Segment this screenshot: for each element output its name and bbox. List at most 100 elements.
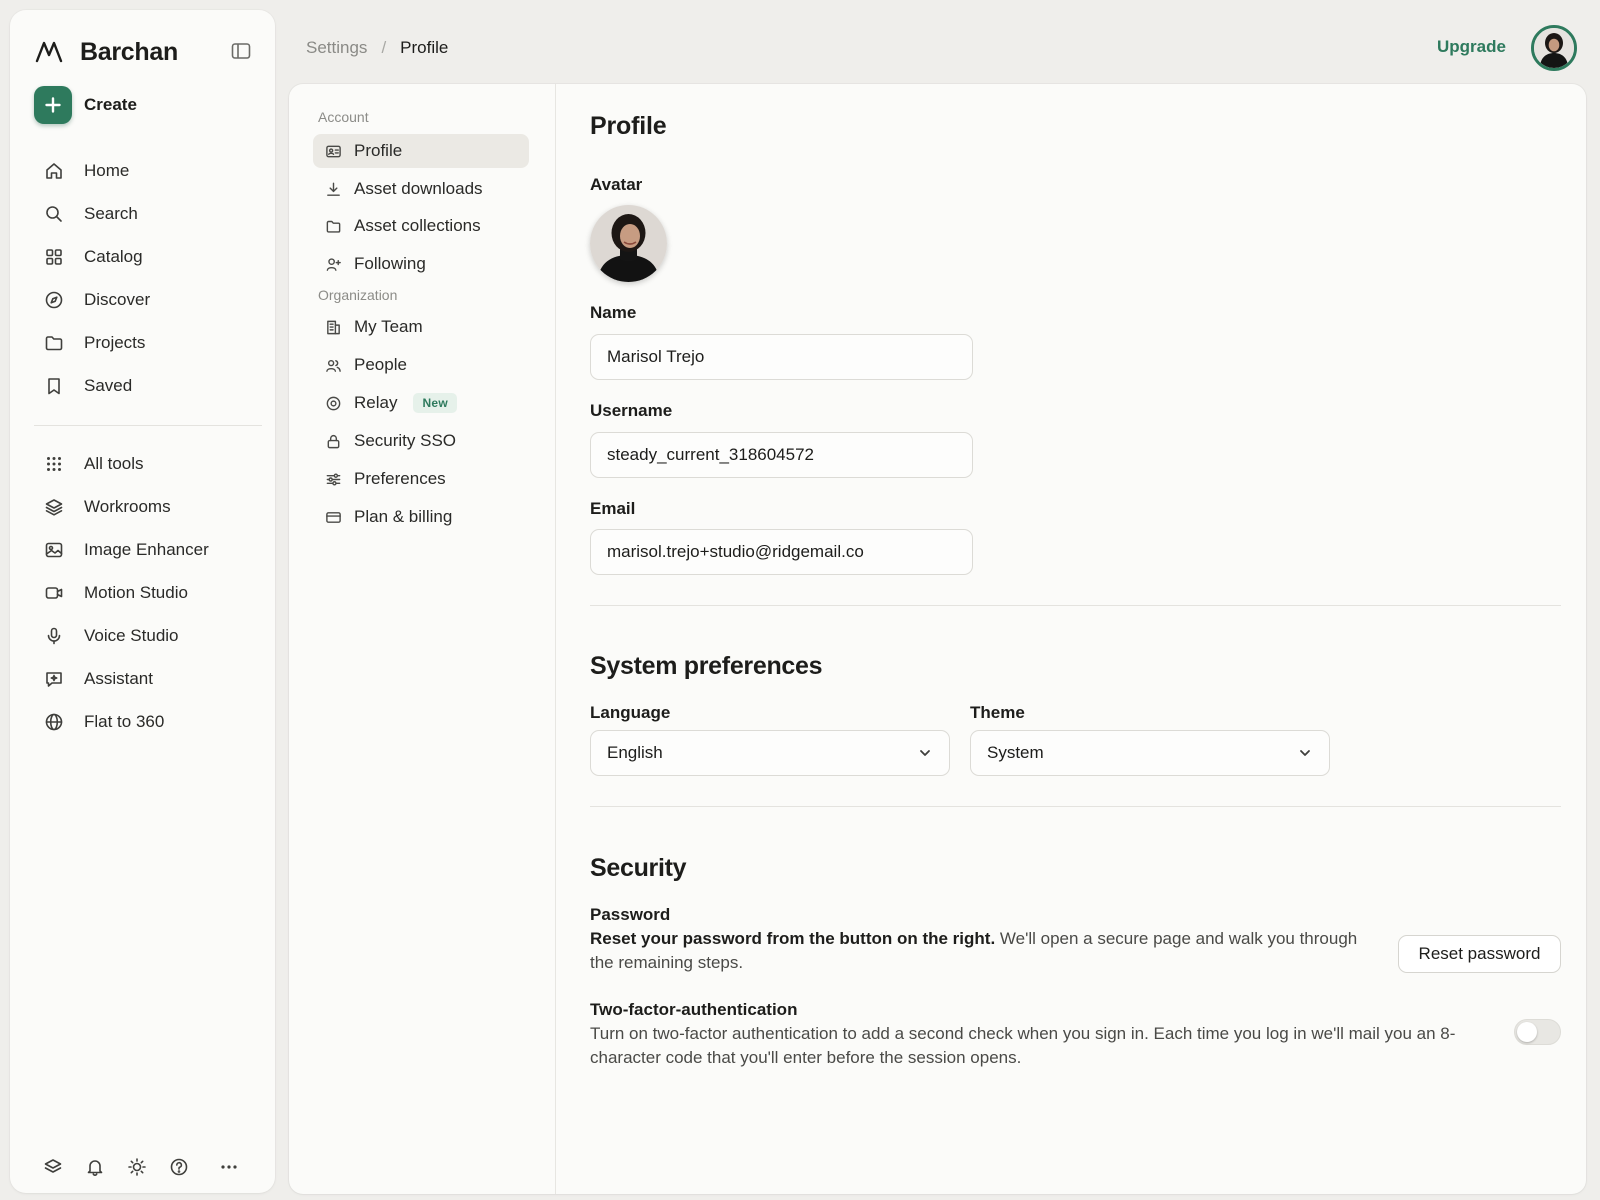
- system-preferences-title: System preferences: [590, 652, 823, 680]
- page-title: Profile: [590, 112, 667, 140]
- microphone-icon: [44, 626, 64, 646]
- breadcrumb-current: Profile: [400, 38, 449, 57]
- name-label: Name: [590, 303, 637, 322]
- nav-item-workrooms[interactable]: Workrooms: [34, 485, 254, 528]
- settings-item-label: Profile: [354, 141, 403, 160]
- app-sidebar: Barchan Create Home Search Catalog Disco…: [10, 10, 275, 1193]
- settings-item-label: Relay: [354, 393, 398, 412]
- nav-label: Flat to 360: [84, 711, 165, 731]
- username-input[interactable]: [590, 432, 973, 478]
- globe-icon: [44, 712, 64, 732]
- upgrade-link[interactable]: Upgrade: [1437, 37, 1506, 57]
- nav-label: Voice Studio: [84, 625, 179, 645]
- theme-select[interactable]: System: [970, 730, 1330, 776]
- settings-item-preferences[interactable]: Preferences: [313, 462, 529, 496]
- settings-panel: Account Profile Asset downloads Asset co…: [289, 84, 1586, 1194]
- settings-item-plan-billing[interactable]: Plan & billing: [313, 500, 529, 534]
- nav-item-assistant[interactable]: Assistant: [34, 657, 254, 700]
- nav-item-all-tools[interactable]: All tools: [34, 442, 254, 485]
- sun-icon[interactable]: [126, 1156, 148, 1178]
- settings-item-label: My Team: [354, 317, 423, 336]
- nav-item-projects[interactable]: Projects: [34, 321, 254, 364]
- language-label: Language: [590, 703, 671, 722]
- more-icon[interactable]: [218, 1156, 240, 1178]
- settings-item-relay[interactable]: Relay New: [313, 386, 529, 420]
- nav-item-image-enhancer[interactable]: Image Enhancer: [34, 528, 254, 571]
- email-input[interactable]: [590, 529, 973, 575]
- settings-group-account: Account: [318, 109, 369, 125]
- avatar-label: Avatar: [590, 175, 643, 194]
- primary-nav: Home Search Catalog Discover Projects Sa…: [34, 149, 254, 407]
- two-factor-toggle[interactable]: [1514, 1019, 1561, 1045]
- profile-avatar[interactable]: [590, 205, 667, 282]
- nav-label: Image Enhancer: [84, 539, 209, 559]
- language-select[interactable]: English: [590, 730, 950, 776]
- create-action[interactable]: Create: [34, 86, 137, 124]
- settings-item-label: Following: [354, 254, 426, 273]
- settings-item-security-sso[interactable]: Security SSO: [313, 424, 529, 458]
- chevron-down-icon: [1300, 750, 1310, 756]
- nav-label: Catalog: [84, 246, 143, 266]
- help-icon[interactable]: [168, 1156, 190, 1178]
- nav-label: Home: [84, 160, 130, 180]
- password-label: Password: [590, 905, 671, 924]
- breadcrumb-settings-link[interactable]: Settings: [306, 38, 367, 58]
- nav-item-flat-to-360[interactable]: Flat to 360: [34, 700, 254, 743]
- nav-label: Assistant: [84, 668, 153, 688]
- breadcrumb-separator: /: [381, 38, 387, 57]
- nav-item-motion-studio[interactable]: Motion Studio: [34, 571, 254, 614]
- settings-item-label: Preferences: [354, 469, 446, 488]
- brand-logo-icon: [34, 37, 64, 67]
- chat-sparkle-icon: [44, 669, 64, 689]
- user-plus-icon: [324, 255, 342, 273]
- new-badge: New: [413, 393, 458, 413]
- create-label: Create: [84, 95, 137, 114]
- nav-label: Workrooms: [84, 496, 171, 516]
- nav-item-home[interactable]: Home: [34, 149, 254, 192]
- nav-item-voice-studio[interactable]: Voice Studio: [34, 614, 254, 657]
- settings-item-asset-downloads[interactable]: Asset downloads: [313, 172, 529, 206]
- grid-icon: [44, 247, 64, 267]
- settings-item-label: Security SSO: [354, 431, 457, 450]
- settings-item-following[interactable]: Following: [313, 247, 529, 281]
- nav-item-saved[interactable]: Saved: [34, 364, 254, 407]
- brand[interactable]: Barchan: [34, 34, 178, 70]
- video-icon: [44, 583, 64, 603]
- nav-label: Saved: [84, 375, 133, 395]
- name-input[interactable]: [590, 334, 973, 380]
- building-icon: [324, 318, 342, 336]
- brand-name: Barchan: [80, 37, 178, 66]
- target-icon: [324, 394, 342, 412]
- theme-label: Theme: [970, 703, 1025, 722]
- sidebar-toggle-icon[interactable]: [228, 38, 254, 64]
- settings-item-label: People: [354, 355, 407, 374]
- home-icon: [44, 161, 64, 181]
- create-button[interactable]: [34, 86, 72, 124]
- settings-item-label: Plan & billing: [354, 507, 453, 526]
- settings-item-asset-collections[interactable]: Asset collections: [313, 209, 529, 243]
- bell-icon[interactable]: [84, 1156, 106, 1178]
- nav-item-discover[interactable]: Discover: [34, 278, 254, 321]
- settings-item-people[interactable]: People: [313, 348, 529, 382]
- settings-item-my-team[interactable]: My Team: [313, 310, 529, 344]
- user-avatar[interactable]: [1531, 25, 1577, 71]
- email-label: Email: [590, 499, 636, 518]
- nav-item-search[interactable]: Search: [34, 192, 254, 235]
- reset-password-button[interactable]: Reset password: [1398, 935, 1561, 973]
- settings-item-profile[interactable]: Profile: [313, 134, 529, 168]
- settings-nav: Account Profile Asset downloads Asset co…: [289, 84, 556, 1194]
- dots-grid-icon: [44, 454, 64, 474]
- folder-icon: [44, 333, 64, 353]
- settings-item-label: Asset downloads: [354, 179, 483, 198]
- nav-divider: [34, 425, 262, 426]
- nav-item-catalog[interactable]: Catalog: [34, 235, 254, 278]
- image-icon: [44, 540, 64, 560]
- layers-icon[interactable]: [42, 1156, 64, 1178]
- nav-label: All tools: [84, 453, 144, 473]
- nav-label: Motion Studio: [84, 582, 188, 602]
- section-divider: [590, 605, 1561, 606]
- theme-value: System: [987, 743, 1044, 762]
- security-title: Security: [590, 854, 687, 882]
- download-icon: [324, 180, 342, 198]
- avatar-portrait-icon: [1534, 28, 1574, 68]
